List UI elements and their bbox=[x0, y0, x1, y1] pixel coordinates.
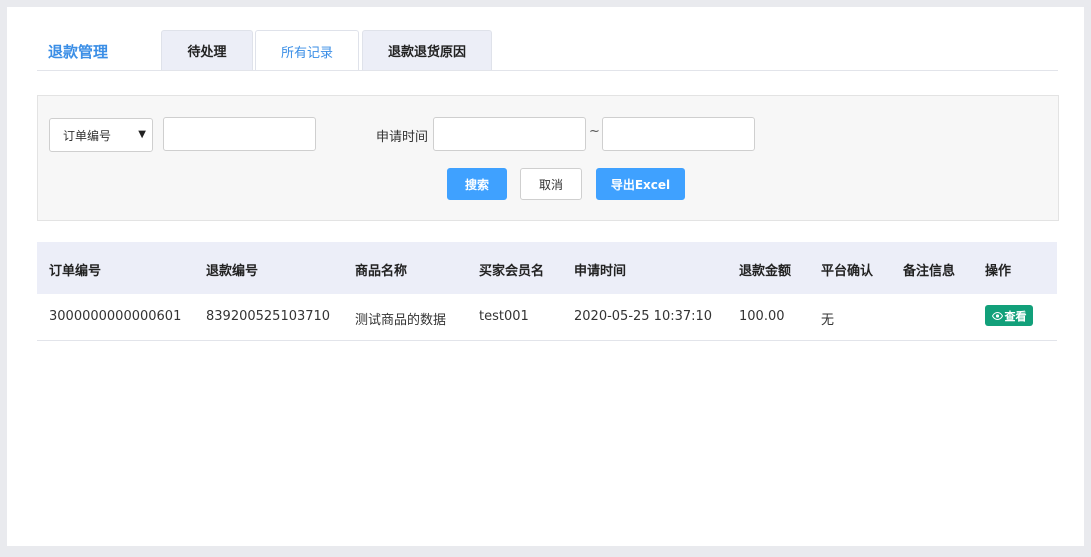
search-button-label: 搜索 bbox=[464, 177, 489, 192]
column-header: 操作 bbox=[985, 264, 1012, 279]
tab-all-records[interactable]: 所有记录 bbox=[255, 30, 359, 71]
cell-apply-time: 2020-05-25 10:37:10 bbox=[574, 309, 713, 324]
tab-refund-reasons[interactable]: 退款退货原因 bbox=[362, 30, 492, 70]
search-button[interactable]: 搜索 bbox=[447, 168, 507, 200]
tab-pending[interactable]: 待处理 bbox=[161, 30, 253, 70]
table-row: 3000000000000601 839200525103710 测试商品的数据… bbox=[37, 294, 1057, 341]
tabs-divider bbox=[37, 70, 1058, 71]
end-date-input[interactable] bbox=[602, 117, 755, 151]
select-value: 订单编号 bbox=[63, 128, 112, 143]
export-button-label: 导出Excel bbox=[610, 177, 671, 192]
cancel-button[interactable]: 取消 bbox=[520, 168, 582, 200]
column-header: 备注信息 bbox=[903, 264, 956, 279]
column-header: 退款金额 bbox=[739, 264, 792, 279]
view-button[interactable]: 查看 bbox=[985, 305, 1033, 326]
keyword-input[interactable] bbox=[163, 117, 316, 151]
tab-label: 退款退货原因 bbox=[387, 45, 466, 60]
main-panel: 退款管理 待处理 所有记录 退款退货原因 订单编号 ▼ 申请时间 ~ 搜索 取消… bbox=[7, 7, 1084, 546]
table-header: 订单编号 退款编号 商品名称 买家会员名 申请时间 退款金额 平台确认 备注信息… bbox=[37, 242, 1057, 294]
column-header: 申请时间 bbox=[574, 264, 627, 279]
page-title: 退款管理 bbox=[48, 43, 109, 61]
export-excel-button[interactable]: 导出Excel bbox=[596, 168, 685, 200]
cell-platform-confirm: 无 bbox=[821, 313, 835, 328]
column-header: 退款编号 bbox=[206, 264, 259, 279]
cell-product-name: 测试商品的数据 bbox=[355, 313, 447, 328]
cell-amount: 100.00 bbox=[739, 309, 785, 324]
tab-label: 所有记录 bbox=[280, 45, 333, 61]
column-header: 订单编号 bbox=[49, 264, 102, 279]
filter-panel: 订单编号 ▼ 申请时间 ~ 搜索 取消 导出Excel bbox=[37, 95, 1059, 221]
apply-time-label: 申请时间 bbox=[376, 130, 429, 145]
cell-refund-no: 839200525103710 bbox=[206, 309, 331, 324]
eye-icon bbox=[991, 311, 1003, 320]
start-date-input[interactable] bbox=[433, 117, 586, 151]
column-header: 平台确认 bbox=[821, 264, 874, 279]
cell-buyer: test001 bbox=[479, 309, 529, 324]
column-header: 买家会员名 bbox=[479, 264, 545, 279]
tab-label: 待处理 bbox=[187, 45, 227, 60]
date-range-separator: ~ bbox=[589, 124, 600, 139]
search-field-select[interactable]: 订单编号 ▼ bbox=[49, 118, 153, 152]
column-header: 商品名称 bbox=[355, 264, 408, 279]
view-button-label: 查看 bbox=[1004, 309, 1027, 323]
cell-order-no: 3000000000000601 bbox=[49, 309, 182, 324]
cancel-button-label: 取消 bbox=[538, 177, 563, 192]
caret-down-icon: ▼ bbox=[138, 129, 146, 140]
